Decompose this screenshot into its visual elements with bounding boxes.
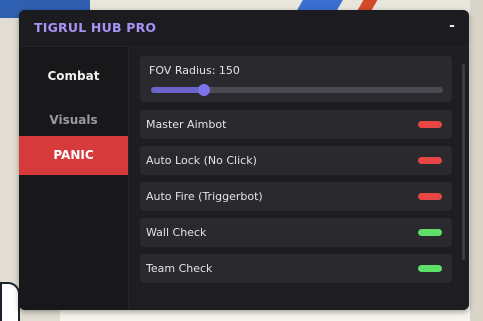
toggle-row-auto-lock[interactable]: Auto Lock (No Click) (140, 146, 452, 175)
wall-check-toggle[interactable] (418, 229, 442, 236)
game-wall-right (470, 0, 483, 321)
auto-lock-toggle[interactable] (418, 157, 442, 164)
fov-slider-thumb[interactable] (197, 84, 210, 96)
toggle-label: Auto Fire (Triggerbot) (146, 190, 263, 203)
minimize-button[interactable]: - (445, 18, 459, 34)
fov-radius-slider[interactable] (151, 84, 443, 96)
panic-button[interactable]: PANIC (19, 136, 128, 175)
fov-radius-control: FOV Radius: 150 (140, 56, 452, 102)
toggle-label: Team Check (146, 262, 213, 275)
sidebar-item-combat[interactable]: Combat (19, 57, 128, 95)
auto-fire-toggle[interactable] (418, 193, 442, 200)
fov-radius-label: FOV Radius: 150 (149, 64, 240, 77)
hub-window: TIGRUL HUB PRO - Combat Visuals PANIC FO… (19, 10, 469, 310)
toggle-row-master-aimbot[interactable]: Master Aimbot (140, 110, 452, 139)
sidebar: Combat Visuals PANIC (19, 47, 128, 310)
team-check-toggle[interactable] (418, 265, 442, 272)
toggle-row-auto-fire[interactable]: Auto Fire (Triggerbot) (140, 182, 452, 211)
toggle-row-wall-check[interactable]: Wall Check (140, 218, 452, 247)
toggle-label: Wall Check (146, 226, 207, 239)
sidebar-item-visuals[interactable]: Visuals (19, 101, 128, 139)
scrollbar[interactable] (462, 64, 465, 260)
game-character (0, 282, 20, 321)
combat-panel: FOV Radius: 150 Master Aimbot Auto Lock … (128, 47, 469, 310)
toggle-row-team-check[interactable]: Team Check (140, 254, 452, 283)
toggle-label: Auto Lock (No Click) (146, 154, 257, 167)
window-title: TIGRUL HUB PRO (34, 20, 157, 35)
master-aimbot-toggle[interactable] (418, 121, 442, 128)
toggle-label: Master Aimbot (146, 118, 227, 131)
fov-slider-fill (151, 87, 204, 93)
title-bar[interactable]: TIGRUL HUB PRO - (19, 10, 469, 47)
game-stripe (297, 0, 343, 10)
